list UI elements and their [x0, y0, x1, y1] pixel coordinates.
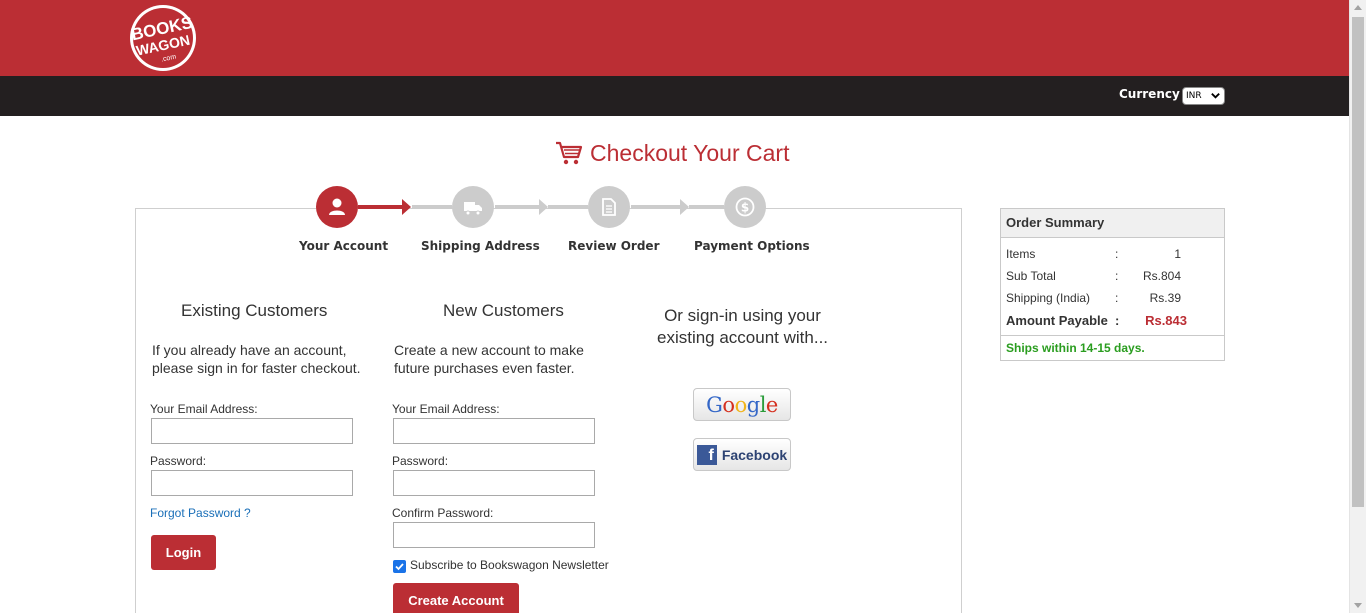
newsletter-label[interactable]: Subscribe to Bookswagon Newsletter	[410, 558, 609, 572]
step-connector-2	[412, 205, 452, 209]
checkmark-icon	[395, 563, 404, 571]
summary-value: Rs.843	[1145, 313, 1187, 328]
summary-value: Rs.39	[1149, 291, 1181, 305]
new-customers-desc-1: Create a new account to make	[394, 342, 584, 358]
summary-sep: :	[1115, 269, 1119, 283]
step-your-account[interactable]	[316, 186, 358, 228]
social-signin-title-line2: existing account with...	[656, 328, 829, 347]
scroll-down-arrow-icon[interactable]	[1354, 603, 1362, 608]
summary-key: Amount Payable	[1006, 313, 1108, 328]
document-icon	[602, 198, 616, 216]
newsletter-checkbox[interactable]	[393, 560, 406, 573]
step-connector-6	[689, 205, 724, 209]
page-scrollbar[interactable]	[1349, 0, 1366, 613]
summary-row-amount-payable: Amount Payable : Rs.843	[1006, 313, 1219, 331]
existing-customers-desc-1: If you already have an account,	[152, 342, 347, 358]
step-connector-1	[358, 205, 403, 209]
google-logo-text: Google	[706, 392, 778, 417]
summary-row-items: Items : 1	[1006, 247, 1219, 265]
step-label-shipping-address: Shipping Address	[421, 239, 540, 253]
checkout-panel	[135, 208, 962, 613]
step-payment-options[interactable]: $	[724, 186, 766, 228]
page-title-text: Checkout Your Cart	[590, 139, 790, 166]
facebook-label: Facebook	[721, 446, 788, 463]
currency-label: Currency	[1119, 87, 1180, 101]
create-account-button[interactable]: Create Account	[393, 583, 519, 613]
step-label-your-account: Your Account	[299, 239, 389, 253]
summary-key: Sub Total	[1006, 269, 1056, 283]
social-signin-title-line1: Or sign-in using your	[664, 306, 821, 325]
step-arrow-1-icon	[402, 199, 411, 215]
step-review-order[interactable]	[588, 186, 630, 228]
register-email-input[interactable]	[393, 418, 595, 444]
dollar-icon: $	[735, 197, 755, 217]
register-password-label: Password:	[392, 454, 449, 468]
social-signin-title: Or sign-in using your existing account w…	[640, 305, 845, 349]
summary-row-shipping: Shipping (India) : Rs.39	[1006, 291, 1219, 309]
summary-sep: :	[1115, 247, 1119, 261]
register-email-label: Your Email Address:	[392, 402, 500, 416]
step-connector-5	[631, 205, 681, 209]
cart-icon	[556, 141, 583, 165]
order-summary: Order Summary Items : 1 Sub Total : Rs.8…	[1000, 208, 1225, 361]
summary-value: 1	[1174, 247, 1181, 261]
summary-sep: :	[1115, 291, 1119, 305]
confirm-password-input[interactable]	[393, 522, 595, 548]
google-signin-button[interactable]: Google	[693, 388, 791, 421]
step-arrow-2-icon	[539, 199, 548, 215]
shipping-eta-note: Ships within 14-15 days.	[1006, 341, 1145, 355]
step-arrow-3-icon	[680, 199, 689, 215]
order-summary-title: Order Summary	[1001, 209, 1224, 238]
summary-key: Items	[1006, 247, 1036, 261]
currency-value: INR	[1186, 91, 1202, 101]
login-password-label: Password:	[150, 454, 207, 468]
summary-row-subtotal: Sub Total : Rs.804	[1006, 269, 1219, 287]
user-icon	[329, 198, 345, 215]
truck-icon	[464, 202, 482, 216]
new-customers-title: New Customers	[443, 301, 564, 320]
page-title: Checkout Your Cart	[555, 138, 789, 168]
summary-key: Shipping (India)	[1006, 291, 1091, 305]
new-customers-desc-2: future purchases even faster.	[394, 360, 575, 376]
login-password-input[interactable]	[151, 470, 353, 496]
svg-text:$: $	[741, 201, 749, 215]
login-button[interactable]: Login	[151, 535, 216, 570]
scroll-thumb[interactable]	[1352, 17, 1364, 507]
login-email-input[interactable]	[151, 418, 353, 444]
step-label-review-order: Review Order	[568, 239, 660, 253]
step-connector-3	[495, 205, 540, 209]
confirm-password-label: Confirm Password:	[392, 506, 494, 520]
summary-divider	[1001, 335, 1224, 336]
checkout-page: BOOKS WAGON .com Currency INR Checkout Y…	[0, 0, 1366, 613]
step-label-payment-options: Payment Options	[694, 239, 810, 253]
register-password-input[interactable]	[393, 470, 595, 496]
facebook-signin-button[interactable]: f Facebook	[693, 438, 791, 471]
step-shipping-address[interactable]	[452, 186, 494, 228]
existing-customers-title: Existing Customers	[181, 301, 328, 320]
login-email-label: Your Email Address:	[150, 402, 258, 416]
top-header: BOOKS WAGON .com	[0, 0, 1349, 76]
summary-value: Rs.804	[1142, 269, 1181, 283]
currency-select[interactable]: INR	[1182, 87, 1225, 105]
step-connector-4	[548, 205, 588, 209]
summary-sep: :	[1115, 313, 1120, 328]
facebook-icon: f	[696, 444, 717, 465]
chevron-down-icon	[1211, 93, 1220, 99]
existing-customers-desc-2: please sign in for faster checkout.	[152, 360, 361, 376]
forgot-password-link[interactable]: Forgot Password ?	[150, 506, 251, 520]
scroll-up-arrow-icon[interactable]	[1354, 5, 1362, 10]
bookswagon-logo[interactable]: BOOKS WAGON .com	[123, 4, 203, 72]
